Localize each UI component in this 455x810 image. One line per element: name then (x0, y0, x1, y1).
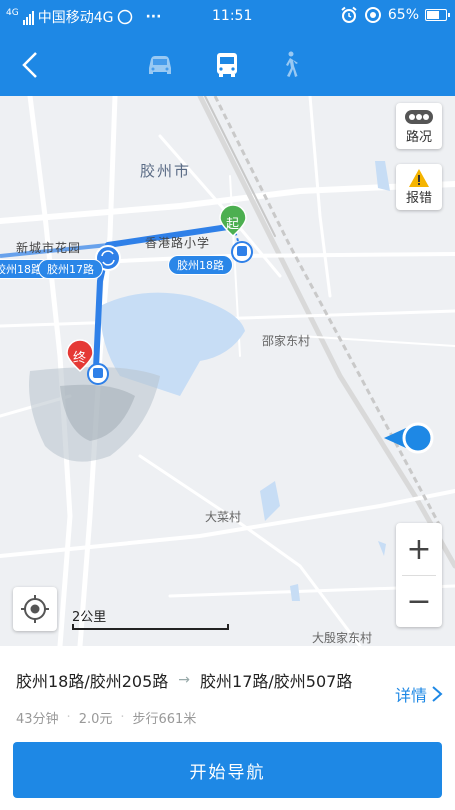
city-label: 胶州市 (140, 162, 192, 180)
bus-icon (217, 53, 237, 77)
scale-label: 2公里 (72, 610, 107, 625)
alarm-icon (341, 6, 357, 23)
separator-dot: · (66, 710, 71, 725)
hd-icon (118, 9, 133, 25)
crosshair-icon (21, 595, 49, 623)
route-duration: 43分钟 (16, 712, 59, 727)
map-view[interactable]: 胶州市 新城市花园 香港路小学 邵家东村 大菜村 大殷家东村 胶州18路 胶州1… (0, 96, 455, 646)
traffic-label: 路况 (405, 130, 432, 145)
start-marker-label: 起 (226, 217, 240, 232)
zoom-in-button[interactable]: + (396, 523, 442, 575)
separator-dot: · (120, 710, 125, 725)
poi-village3: 大殷家东村 (312, 631, 373, 645)
route-meta: 43分钟 · 2.0元 · 步行661米 (16, 708, 196, 727)
car-icon (149, 56, 171, 74)
map-canvas (0, 96, 455, 646)
route-title: 胶州18路/胶州205路 → 胶州17路/胶州507路 (16, 668, 352, 692)
route-walk: 步行661米 (132, 712, 197, 727)
warning-icon (409, 169, 429, 187)
poi-school: 香港路小学 (145, 236, 211, 250)
status-left: 4G 中国移动4G ··· (6, 7, 161, 27)
locate-button[interactable] (13, 587, 57, 631)
tab-walk[interactable] (272, 48, 308, 82)
zoom-out-button[interactable]: − (396, 575, 442, 627)
battery-icon (425, 9, 450, 21)
route-price: 2.0元 (78, 712, 113, 727)
tab-bus[interactable] (209, 48, 245, 82)
carrier-name: 中国移动4G (37, 10, 114, 26)
network-type: 4G (6, 8, 19, 18)
chevron-left-icon (22, 52, 37, 78)
poi-garden: 新城市花园 (16, 241, 82, 255)
walk-icon (286, 51, 298, 77)
route-pill: 胶州18路 (168, 255, 233, 275)
end-marker-label: 终 (73, 351, 87, 366)
battery-percent: 65% (387, 7, 419, 23)
route-panel[interactable]: 胶州18路/胶州205路 → 胶州17路/胶州507路 详情 43分钟 · 2.… (0, 646, 455, 810)
details-link[interactable]: 详情 (395, 682, 443, 706)
status-bar: 4G 中国移动4G ··· 11:51 65% (0, 0, 455, 34)
traffic-icon (405, 110, 433, 124)
report-button[interactable]: 报错 (396, 164, 442, 210)
report-label: 报错 (405, 191, 432, 206)
status-right: 65% (340, 6, 450, 24)
tab-drive[interactable] (142, 48, 178, 82)
route-segment-a: 胶州18路/胶州205路 (16, 672, 169, 691)
scale-bar (72, 624, 229, 630)
zoom-control: + − (396, 523, 442, 627)
route-pill: 胶州17路 (38, 259, 103, 279)
start-navigation-button[interactable]: 开始导航 (13, 742, 442, 798)
clock: 11:51 (212, 8, 253, 24)
traffic-button[interactable]: 路况 (396, 103, 442, 149)
location-status-icon (364, 7, 381, 23)
poi-village1: 邵家东村 (262, 334, 311, 348)
more-notifications: ··· (145, 9, 162, 25)
details-label: 详情 (394, 686, 427, 705)
signal-icon (22, 9, 34, 25)
back-button[interactable] (12, 48, 48, 82)
arrow-right-icon: → (178, 672, 191, 688)
route-header (0, 34, 455, 96)
route-segment-b: 胶州17路/胶州507路 (200, 672, 353, 691)
chevron-right-icon (432, 686, 443, 702)
poi-village2: 大菜村 (205, 510, 242, 524)
